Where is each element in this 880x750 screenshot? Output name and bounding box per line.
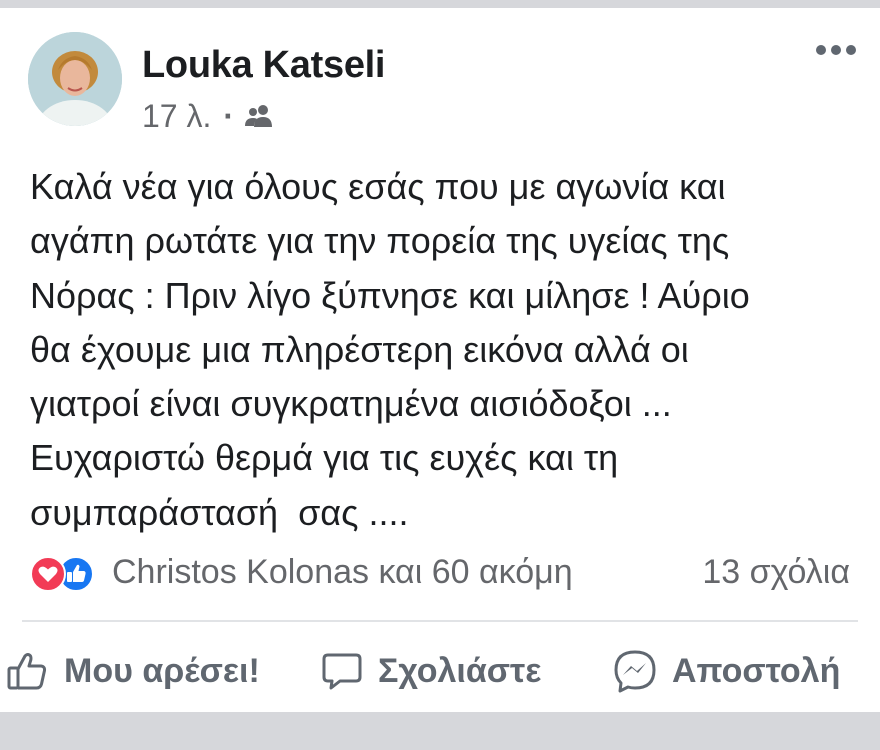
post-text-line: γιατροί είναι συγκρατημένα αισιόδοξοι ..… bbox=[30, 383, 672, 425]
reaction-icons bbox=[30, 552, 112, 592]
post-text-line: Καλά νέα για όλους εσάς που με αγωνία κα… bbox=[30, 166, 726, 207]
reactions-summary[interactable]: Christos Kolonas και 60 ακόμη bbox=[30, 548, 573, 596]
meta-separator: · bbox=[223, 97, 235, 134]
post-text-line: Ευχαριστώ θερμά για τις ευχές και τη bbox=[30, 437, 619, 479]
heart-icon bbox=[30, 556, 66, 592]
send-button[interactable]: Αποστολή bbox=[612, 640, 840, 702]
like-button[interactable]: Μου αρέσει! bbox=[6, 640, 260, 702]
comment-button-label: Σχολιάστε bbox=[378, 651, 542, 690]
post-text-line: Νόρας : Πριν λίγο ξύπνησε και μίλησε ! Α… bbox=[30, 274, 750, 316]
comment-icon bbox=[322, 653, 362, 690]
actions-divider bbox=[22, 620, 858, 622]
send-button-label: Αποστολή bbox=[672, 651, 841, 690]
post-time[interactable]: 17 λ. bbox=[142, 98, 211, 135]
avatar[interactable] bbox=[28, 32, 122, 126]
reactors-text[interactable]: Christos Kolonas και 60 ακόμη bbox=[112, 553, 573, 592]
post-text-line: θα έχουμε μια πληρέστερη εικόνα αλλά οι bbox=[30, 328, 689, 370]
messenger-icon bbox=[614, 650, 656, 693]
post-text: Καλά νέα για όλους εσάς που με αγωνία κα… bbox=[30, 160, 860, 540]
post-text-line: συμπαράστασή σας .... bbox=[30, 491, 409, 533]
friends-icon[interactable] bbox=[244, 104, 274, 128]
more-dot bbox=[846, 45, 856, 55]
post-text-line: αγάπη ρωτάτε για την πορεία της υγείας τ… bbox=[30, 220, 730, 262]
feed-separator-bottom bbox=[0, 712, 880, 750]
comment-button[interactable]: Σχολιάστε bbox=[320, 640, 541, 702]
post-author[interactable]: Louka Katseli bbox=[142, 44, 385, 87]
avatar-photo bbox=[28, 32, 122, 126]
feed-separator-top bbox=[0, 0, 880, 8]
comments-count[interactable]: 13 σχόλια bbox=[702, 548, 850, 596]
thumbs-up-icon bbox=[7, 653, 47, 690]
like-button-label: Μου αρέσει! bbox=[64, 651, 260, 690]
more-dot bbox=[831, 45, 841, 55]
more-options-icon[interactable] bbox=[816, 40, 856, 60]
post-meta: 17 λ. · bbox=[142, 96, 274, 136]
more-dot bbox=[816, 45, 826, 55]
post-actions-bar: Μου αρέσει! Σχολιάστε Αποστολή bbox=[0, 640, 880, 702]
